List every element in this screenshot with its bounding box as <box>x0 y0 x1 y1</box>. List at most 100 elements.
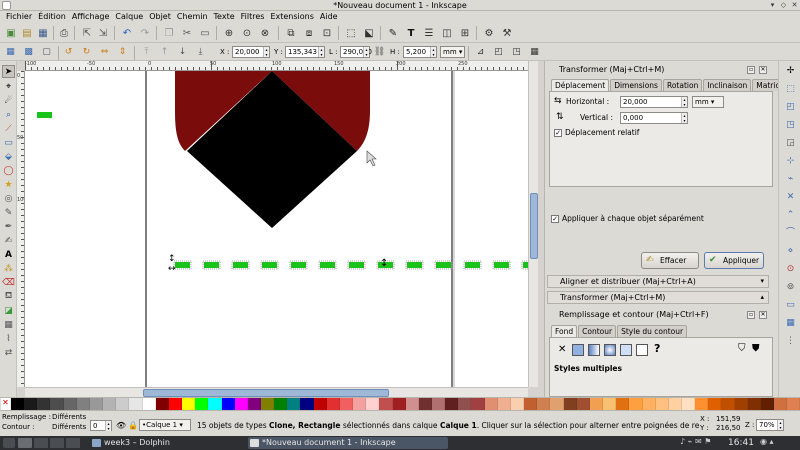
palette-swatch[interactable] <box>182 398 196 410</box>
menu-texte[interactable]: Texte <box>211 11 238 23</box>
move-gradients-icon[interactable]: ◳ <box>510 45 523 58</box>
horizontal-scrollbar[interactable] <box>25 387 528 397</box>
width-input[interactable]: 290,000 ▴ ▾ <box>340 46 372 58</box>
relative-move-checkbox[interactable]: ✓ <box>554 129 562 137</box>
rotate-cw-icon[interactable]: ↻ <box>80 45 93 58</box>
select-all-layers-icon[interactable]: ▩ <box>22 45 35 58</box>
linear-gradient-icon[interactable] <box>588 344 600 356</box>
menu-extensions[interactable]: Extensions <box>267 11 316 23</box>
text-font-icon[interactable]: T <box>404 26 418 40</box>
desktop-pager-1[interactable] <box>18 438 32 448</box>
palette-swatch[interactable] <box>681 398 696 410</box>
clone-rectangle[interactable] <box>436 262 451 268</box>
x-input[interactable]: 20,000 ▴ ▾ <box>232 46 270 58</box>
height-input[interactable]: 5,200 ▴ ▾ <box>403 46 437 58</box>
palette-swatch[interactable] <box>629 398 643 410</box>
menu-objet[interactable]: Objet <box>146 11 174 23</box>
align-icon[interactable]: ⊞ <box>458 26 472 40</box>
clone-rectangle[interactable] <box>407 262 422 268</box>
palette-swatch[interactable] <box>89 398 104 410</box>
tray-extra-icons[interactable]: ◉ ▴ <box>760 437 774 446</box>
palette-swatch[interactable] <box>260 398 275 410</box>
snap-smooth-icon[interactable]: ⌒ <box>784 227 797 240</box>
no-color-swatch[interactable]: ✕ <box>1 398 11 410</box>
spiral-tool-icon[interactable]: ◎ <box>2 192 15 205</box>
snap-grid-icon[interactable]: ▦ <box>784 317 797 330</box>
tab-deplacement[interactable]: Déplacement <box>551 79 610 91</box>
save-icon[interactable]: ▦ <box>36 26 50 40</box>
undo-icon[interactable]: ↶ <box>120 26 134 40</box>
export-icon[interactable]: ⇲ <box>96 26 110 40</box>
palette-swatch[interactable] <box>603 398 617 410</box>
clone-row[interactable] <box>173 260 528 270</box>
selector-tool-icon[interactable]: ➤ <box>2 65 15 78</box>
star-tool-icon[interactable]: ★ <box>2 178 15 191</box>
clone-rectangle[interactable] <box>465 262 480 268</box>
lower-icon[interactable]: ↓ <box>176 45 189 58</box>
lower-bottom-icon[interactable]: ⤓ <box>194 45 207 58</box>
palette-swatch[interactable] <box>708 398 722 410</box>
horizontal-ruler[interactable]: -100 -50 0 50 100 150 200 250 <box>25 61 528 71</box>
palette-swatch[interactable] <box>103 398 117 410</box>
horizontal-input[interactable]: 20,000 ▴ ▾ <box>620 96 688 108</box>
palette-swatch[interactable] <box>392 398 406 410</box>
clone-rectangle[interactable] <box>262 262 277 268</box>
box3d-tool-icon[interactable]: ⬙ <box>2 150 15 163</box>
palette-swatch[interactable] <box>116 398 130 410</box>
snap-midpoint-icon[interactable]: ⋄ <box>784 245 797 258</box>
gradient-tool-icon[interactable]: ◪ <box>2 304 15 317</box>
stroke-status-value[interactable]: Différents <box>52 423 86 432</box>
palette-swatch[interactable] <box>537 398 551 410</box>
fill-close-icon[interactable]: ✕ <box>759 311 767 319</box>
radial-gradient-icon[interactable] <box>604 344 616 356</box>
snap-bbox-corner-icon[interactable]: ◳ <box>784 119 797 132</box>
spray-tool-icon[interactable]: ⁂ <box>2 262 15 275</box>
maximize-icon[interactable]: ◇ <box>779 1 788 10</box>
clone-rectangle[interactable] <box>175 262 190 268</box>
opacity-input[interactable]: 0 ▴ ▾ <box>90 420 112 431</box>
palette-swatch[interactable] <box>760 398 775 410</box>
tab-rotation[interactable]: Rotation <box>662 79 703 91</box>
lock-ratio-icon[interactable]: ⛓ <box>373 45 386 58</box>
move-unit-select[interactable]: mm ▾ <box>692 96 724 108</box>
ungroup-icon[interactable]: ⬕ <box>362 26 376 40</box>
palette-swatch[interactable] <box>221 398 235 410</box>
menu-affichage[interactable]: Affichage <box>69 11 113 23</box>
dialog-close-icon[interactable]: ✕ <box>759 66 767 74</box>
palette-swatch[interactable] <box>405 398 419 410</box>
clone-rectangle[interactable] <box>349 262 364 268</box>
fill-stroke-icon[interactable]: ✎ <box>386 26 400 40</box>
menu-aide[interactable]: Aide <box>317 11 341 23</box>
node-tool-icon[interactable]: ⌖ <box>2 80 15 93</box>
unset-paint-icon[interactable]: ? <box>654 342 660 355</box>
palette-swatch[interactable] <box>37 398 51 410</box>
apply-each-checkbox[interactable]: ✓ <box>551 215 559 223</box>
palette-swatch[interactable] <box>418 398 432 410</box>
palette-swatch[interactable] <box>695 398 709 410</box>
palette-swatch[interactable] <box>50 398 64 410</box>
palette-swatch[interactable] <box>11 398 25 410</box>
ellipse-tool-icon[interactable]: ◯ <box>2 164 15 177</box>
palette-swatch[interactable] <box>589 398 604 410</box>
preferences-icon[interactable]: ⚙ <box>482 26 496 40</box>
vertical-scroll-thumb[interactable] <box>530 193 538 259</box>
palette-swatch[interactable] <box>432 398 446 410</box>
snap-rotation-icon[interactable]: ⊚ <box>784 281 797 294</box>
copy-icon[interactable]: ❐ <box>162 26 176 40</box>
green-rectangle[interactable] <box>37 112 52 118</box>
clone-rectangle[interactable] <box>233 262 248 268</box>
palette-swatch[interactable] <box>642 398 656 410</box>
snap-nodes-icon[interactable]: ⊹ <box>784 155 797 168</box>
palette-swatch[interactable] <box>524 398 538 410</box>
snap-page-icon[interactable]: ▭ <box>784 299 797 312</box>
open-icon[interactable]: ▤ <box>20 26 34 40</box>
palette-swatch[interactable] <box>747 398 761 410</box>
close-icon[interactable]: ✕ <box>790 1 799 10</box>
duplicate-icon[interactable]: ⧉ <box>284 26 298 40</box>
text-tool-icon[interactable]: A <box>2 248 15 261</box>
palette-swatch[interactable] <box>497 398 511 410</box>
palette-swatch[interactable] <box>550 398 564 410</box>
palette-swatch[interactable] <box>774 398 788 410</box>
mesh-tool-icon[interactable]: ▦ <box>2 318 15 331</box>
palette-swatch[interactable] <box>155 398 169 410</box>
